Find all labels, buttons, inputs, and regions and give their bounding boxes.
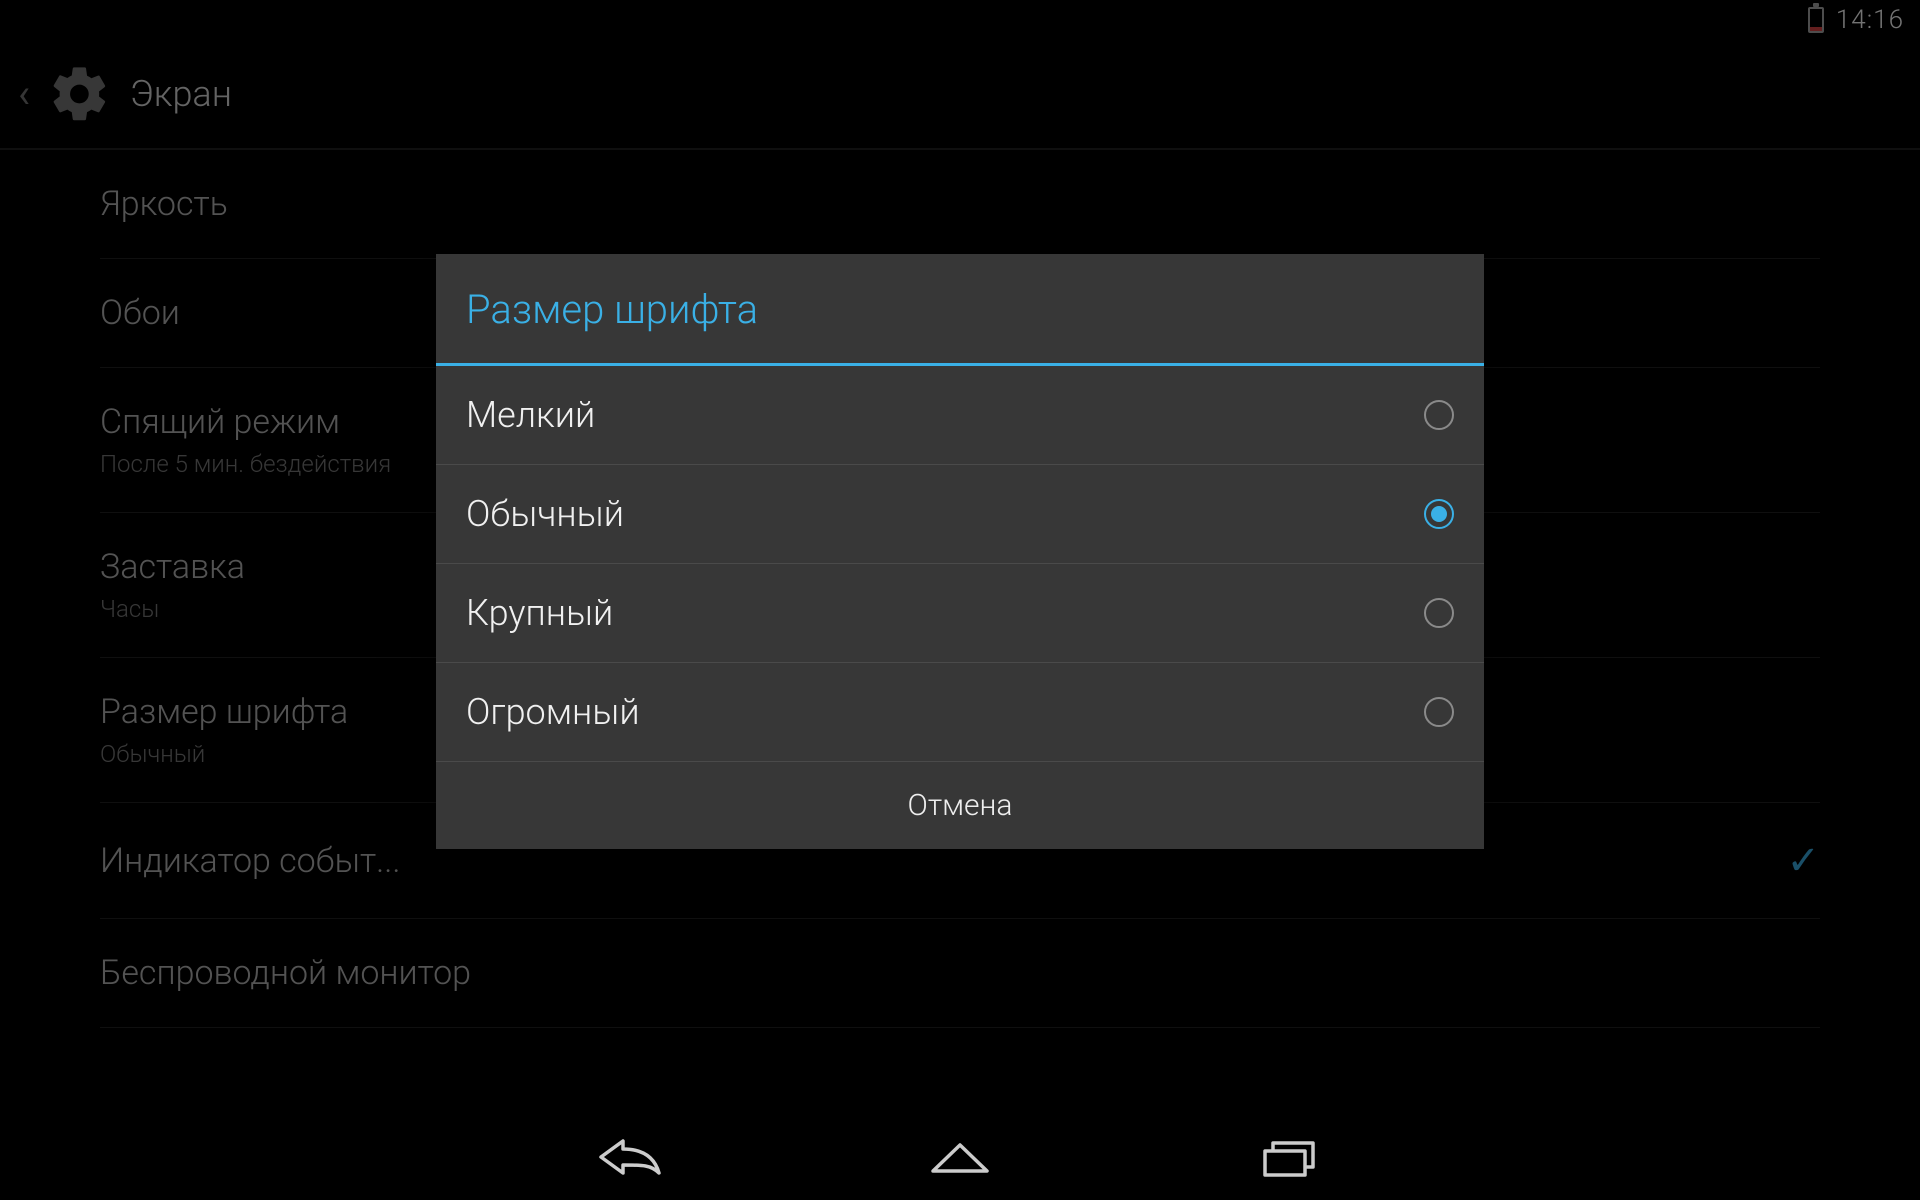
nav-home-button[interactable] xyxy=(925,1135,995,1179)
dialog-option-huge[interactable]: Огромный xyxy=(436,663,1484,762)
dialog-option-label: Огромный xyxy=(466,691,640,733)
dialog-option-large[interactable]: Крупный xyxy=(436,564,1484,663)
dialog-option-label: Мелкий xyxy=(466,394,595,436)
radio-checked-icon[interactable] xyxy=(1424,499,1454,529)
dialog-option-label: Обычный xyxy=(466,493,624,535)
dialog-title: Размер шрифта xyxy=(436,254,1484,366)
dialog-option-small[interactable]: Мелкий xyxy=(436,366,1484,465)
dialog-option-label: Крупный xyxy=(466,592,613,634)
dialog-option-normal[interactable]: Обычный xyxy=(436,465,1484,564)
radio-icon[interactable] xyxy=(1424,400,1454,430)
radio-icon[interactable] xyxy=(1424,598,1454,628)
radio-icon[interactable] xyxy=(1424,697,1454,727)
cancel-button[interactable]: Отмена xyxy=(436,762,1484,849)
navigation-bar xyxy=(0,1114,1920,1200)
nav-recent-button[interactable] xyxy=(1255,1135,1325,1179)
font-size-dialog: Размер шрифта Мелкий Обычный Крупный Огр… xyxy=(436,254,1484,849)
nav-back-button[interactable] xyxy=(595,1135,665,1179)
